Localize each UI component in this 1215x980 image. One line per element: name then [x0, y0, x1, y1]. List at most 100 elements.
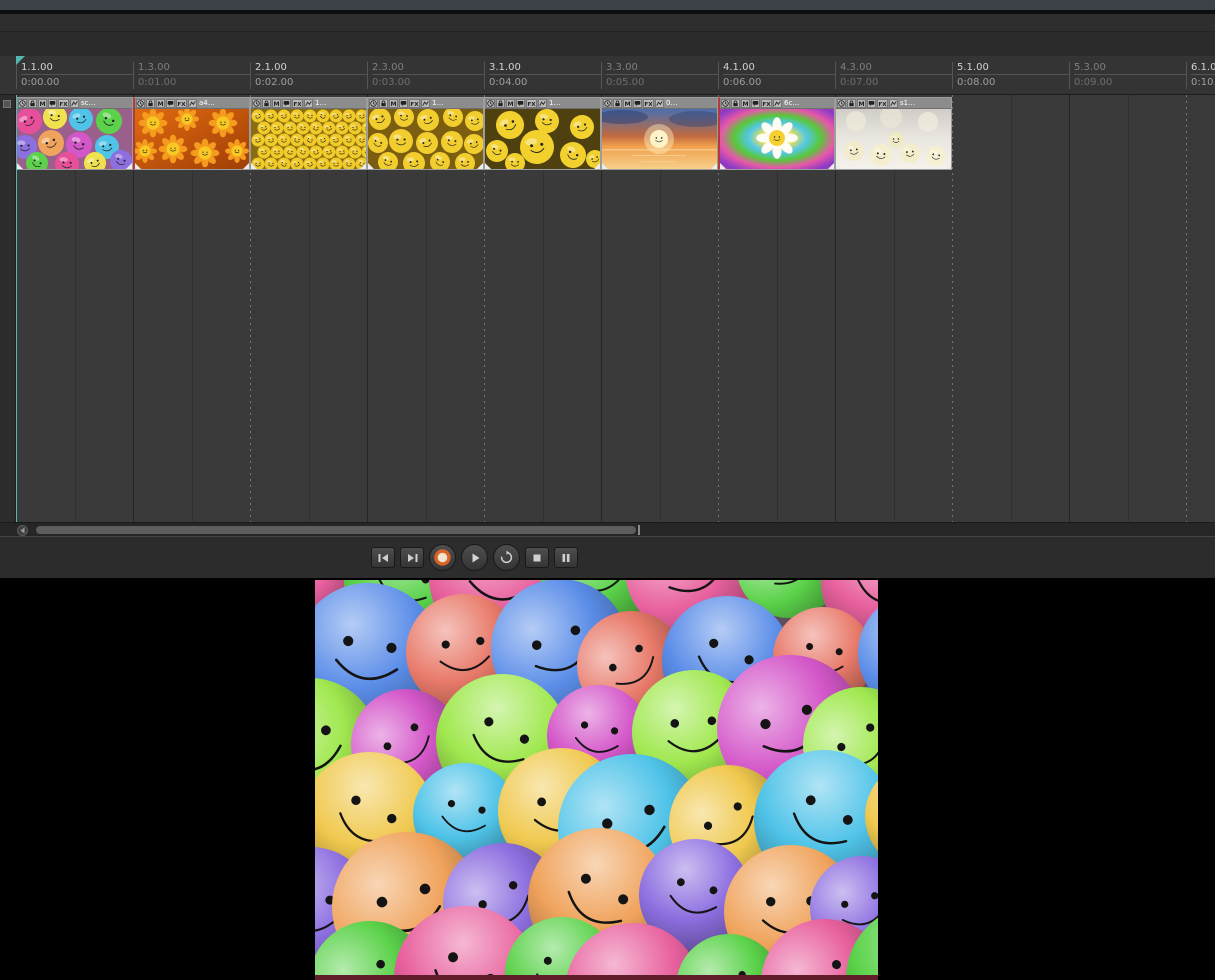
stretch-marker-left[interactable] — [135, 163, 141, 169]
lock-icon[interactable] — [146, 98, 155, 108]
svg-text:M: M — [624, 100, 630, 106]
fx-icon[interactable]: FX — [643, 98, 654, 108]
lock-icon[interactable] — [379, 98, 388, 108]
envelope-icon[interactable] — [304, 98, 313, 108]
fx-icon[interactable]: FX — [877, 98, 888, 108]
stretch-marker-left[interactable] — [485, 163, 491, 169]
ruler-mark: 3.1.00 0:04.00 — [484, 62, 601, 89]
fx-icon[interactable]: FX — [761, 98, 772, 108]
clock-icon[interactable] — [18, 98, 27, 108]
stretch-marker-right[interactable] — [126, 163, 132, 169]
fx-icon[interactable]: FX — [526, 98, 537, 108]
stretch-marker-left[interactable] — [368, 163, 374, 169]
track-panel-edge — [0, 95, 16, 522]
repeat-button[interactable] — [493, 544, 520, 571]
envelope-icon[interactable] — [889, 98, 898, 108]
stretch-marker-right[interactable] — [477, 163, 483, 169]
envelope-icon[interactable] — [773, 98, 782, 108]
clock-icon[interactable] — [486, 98, 495, 108]
media-item[interactable]: M FX 6c… — [718, 97, 835, 170]
stretch-marker-right[interactable] — [360, 163, 366, 169]
notes-icon[interactable] — [48, 98, 57, 108]
mute-icon[interactable]: M — [857, 98, 866, 108]
play-button[interactable] — [461, 544, 488, 571]
media-item[interactable]: M FX sc… — [16, 97, 133, 170]
clock-icon[interactable] — [369, 98, 378, 108]
scroll-left-button[interactable] — [17, 525, 28, 536]
svg-text:M: M — [507, 100, 513, 106]
record-button[interactable] — [429, 544, 456, 571]
stretch-marker-left[interactable] — [17, 163, 23, 169]
envelope-icon[interactable] — [70, 98, 79, 108]
clock-icon[interactable] — [252, 98, 261, 108]
lock-icon[interactable] — [731, 98, 740, 108]
title-bar — [0, 0, 1215, 10]
media-item[interactable]: M FX 0… — [601, 97, 718, 170]
scrollbar-thumb[interactable] — [36, 526, 636, 534]
pause-button[interactable] — [554, 547, 578, 568]
envelope-icon[interactable] — [538, 98, 547, 108]
mute-icon[interactable]: M — [389, 98, 398, 108]
stretch-marker-right[interactable] — [828, 163, 834, 169]
stretch-marker-left[interactable] — [602, 163, 608, 169]
notes-icon[interactable] — [399, 98, 408, 108]
fx-icon[interactable]: FX — [292, 98, 303, 108]
mute-icon[interactable]: M — [506, 98, 515, 108]
notes-icon[interactable] — [633, 98, 642, 108]
media-item-header: M FX 1… — [485, 98, 600, 109]
timeline-ruler[interactable]: 1.1.00 0:00.00 1.3.00 0:01.00 2.1.00 0:02.00 2… — [0, 56, 1215, 95]
notes-icon[interactable] — [166, 98, 175, 108]
go-to-start-button[interactable] — [371, 547, 395, 568]
stretch-marker-right[interactable] — [594, 163, 600, 169]
notes-icon[interactable] — [751, 98, 760, 108]
media-item-thumbnail — [251, 109, 366, 169]
stretch-marker-right[interactable] — [243, 163, 249, 169]
notes-icon[interactable] — [867, 98, 876, 108]
fx-icon[interactable]: FX — [58, 98, 69, 108]
mute-icon[interactable]: M — [38, 98, 47, 108]
clock-icon[interactable] — [721, 98, 730, 108]
mute-icon[interactable]: M — [623, 98, 632, 108]
media-item-label: 1… — [432, 99, 444, 107]
clock-icon[interactable] — [603, 98, 612, 108]
go-to-end-button[interactable] — [400, 547, 424, 568]
media-item[interactable]: M FX s1… — [835, 97, 952, 170]
media-item[interactable]: M FX 1… — [367, 97, 484, 170]
fx-icon[interactable]: FX — [176, 98, 187, 108]
video-editor-window: 1.1.00 0:00.00 1.3.00 0:01.00 2.1.00 0:02.00 2… — [0, 0, 1215, 980]
media-item[interactable]: M FX 1… — [250, 97, 367, 170]
ruler-mark: 1.3.00 0:01.00 — [133, 62, 250, 89]
mute-icon[interactable]: M — [741, 98, 750, 108]
stop-button[interactable] — [525, 547, 549, 568]
lock-icon[interactable] — [28, 98, 37, 108]
stretch-marker-left[interactable] — [836, 163, 842, 169]
edit-cursor — [16, 95, 17, 522]
lock-icon[interactable] — [613, 98, 622, 108]
notes-icon[interactable] — [282, 98, 291, 108]
grid-line — [1127, 95, 1129, 522]
mute-icon[interactable]: M — [156, 98, 165, 108]
notes-icon[interactable] — [516, 98, 525, 108]
stretch-marker-left[interactable] — [251, 163, 257, 169]
media-item[interactable]: M FX 1… — [484, 97, 601, 170]
lock-icon[interactable] — [496, 98, 505, 108]
lock-icon[interactable] — [847, 98, 856, 108]
fx-icon[interactable]: FX — [409, 98, 420, 108]
envelope-icon[interactable] — [655, 98, 664, 108]
clock-icon[interactable] — [136, 98, 145, 108]
media-item[interactable]: M FX a4… — [133, 97, 250, 170]
envelope-icon[interactable] — [188, 98, 197, 108]
scrollbar-end-marker — [638, 525, 640, 535]
media-item-thumbnail — [17, 109, 132, 169]
playhead-marker-icon[interactable] — [16, 56, 25, 65]
stretch-marker-right[interactable] — [711, 163, 717, 169]
svg-text:M: M — [390, 100, 396, 106]
clock-icon[interactable] — [837, 98, 846, 108]
mute-icon[interactable]: M — [272, 98, 281, 108]
stretch-marker-left[interactable] — [720, 163, 726, 169]
stretch-marker-right[interactable] — [945, 163, 951, 169]
lock-icon[interactable] — [262, 98, 271, 108]
arrange-area[interactable]: M FX sc… M FX a4… M FX 1… M FX 1… M FX 1… M FX 0… M FX 6c… … — [0, 95, 1215, 522]
envelope-icon[interactable] — [421, 98, 430, 108]
horizontal-scrollbar[interactable] — [0, 522, 1215, 536]
